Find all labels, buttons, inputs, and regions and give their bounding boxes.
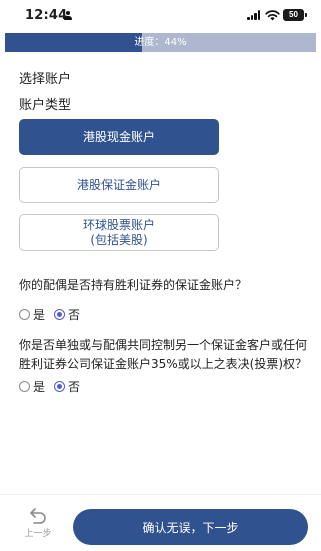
account-option-label: 环球股票账户 xyxy=(82,217,155,232)
radio-yes[interactable]: 是 xyxy=(19,378,45,395)
confirm-next-label: 确认无误，下一步 xyxy=(142,520,239,535)
footer-divider xyxy=(0,494,321,495)
radio-label: 是 xyxy=(33,380,46,394)
confirm-next-button[interactable]: 确认无误，下一步 xyxy=(73,509,308,545)
radio-no[interactable]: 否 xyxy=(54,378,80,395)
person-icon xyxy=(64,11,72,21)
radio-label: 否 xyxy=(68,308,81,322)
battery-icon: 50 xyxy=(283,9,304,21)
radio-no[interactable]: 否 xyxy=(54,306,80,323)
progress-bar: 进度：44% xyxy=(5,33,316,52)
back-label: 上一步 xyxy=(24,529,52,539)
question-spouse-margin: 你的配偶是否持有胜利证券的保证金账户？ xyxy=(19,278,248,292)
radio-label: 是 xyxy=(33,308,46,322)
account-option-hk-margin[interactable]: 港股保证金账户 xyxy=(19,167,219,203)
account-option-label: 港股现金账户 xyxy=(82,129,155,144)
progress-label: 进度：44% xyxy=(134,37,187,48)
status-bar: 12:44 50 xyxy=(0,0,321,32)
signal-icon xyxy=(247,10,261,20)
account-option-global-stock[interactable]: 环球股票账户 (包括美股) xyxy=(19,214,219,251)
account-option-sub-label: (包括美股) xyxy=(90,232,148,247)
radio-yes[interactable]: 是 xyxy=(19,306,45,323)
radio-group-voting-control: 是 否 xyxy=(19,378,89,395)
radio-label: 否 xyxy=(68,380,81,394)
back-button[interactable]: 上一步 xyxy=(22,507,54,545)
radio-circle-checked[interactable] xyxy=(54,309,66,320)
account-option-label: 港股保证金账户 xyxy=(76,177,161,192)
account-type-label: 账户类型 xyxy=(19,98,72,113)
radio-circle[interactable] xyxy=(19,309,30,320)
radio-circle-checked[interactable] xyxy=(54,381,66,392)
wifi-icon xyxy=(265,10,280,21)
account-option-hk-cash[interactable]: 港股现金账户 xyxy=(19,119,219,155)
question-voting-control: 你是否单独或与配偶共同控制另一个保证金客户或任何胜利证券公司保证金账户35%或以… xyxy=(19,338,308,371)
battery-level: 50 xyxy=(289,10,298,19)
radio-group-spouse-margin: 是 否 xyxy=(19,306,89,323)
undo-arrow-icon xyxy=(30,508,46,524)
page-title: 选择账户 xyxy=(19,72,72,87)
radio-circle[interactable] xyxy=(19,381,30,392)
status-time: 12:44 xyxy=(25,8,68,23)
battery-tip xyxy=(305,13,307,17)
